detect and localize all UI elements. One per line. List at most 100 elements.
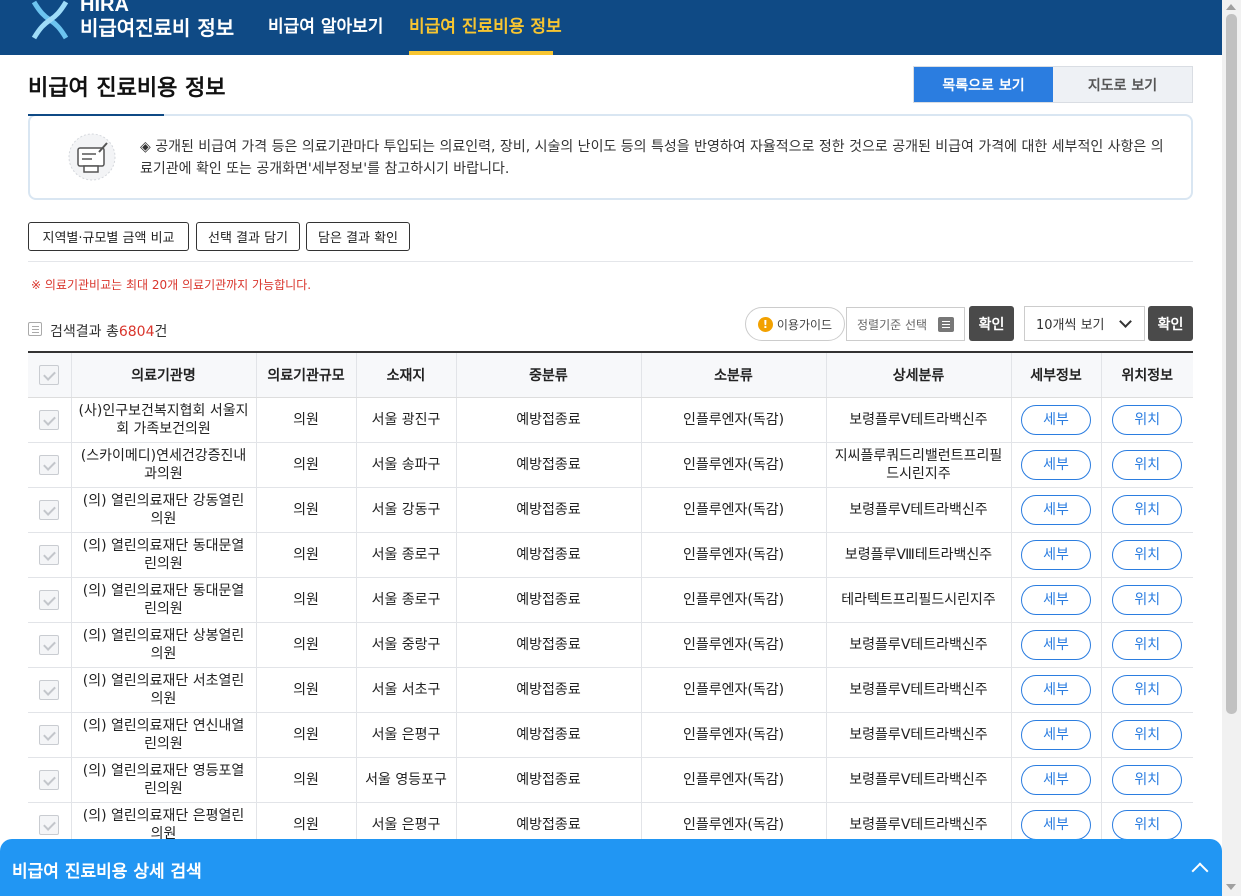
notice-text: ◈ 공개된 비급여 가격 등은 의료기관마다 투입되는 의료인력, 장비, 시술…: [140, 139, 1164, 177]
detail-button[interactable]: 세부: [1021, 404, 1091, 435]
location-cell: 서울 종로구: [355, 577, 456, 623]
detail-button[interactable]: 세부: [1021, 674, 1091, 705]
sort-placeholder: 정렬기준 선택: [857, 317, 928, 332]
header-location: 소재지: [355, 351, 456, 398]
header-detail-category: 상세분류: [825, 351, 1011, 398]
location-button[interactable]: 위치: [1112, 719, 1183, 750]
detail-category-cell: 보령플루Ⅴ테트라백신주: [825, 667, 1011, 713]
detail-button[interactable]: 세부: [1021, 539, 1091, 570]
detail-cell: 세부: [1010, 397, 1101, 443]
notice-accent-line: [28, 114, 164, 116]
top-navigation-bar: HIRA 비급여진료비 정보 비급여 알아보기 비급여 진료비용 정보: [0, 0, 1222, 55]
compare-by-region-button[interactable]: 지역별·규모별 금액 비교: [28, 222, 189, 251]
usage-guide-button[interactable]: ! 이용가이드: [745, 307, 845, 341]
detail-button[interactable]: 세부: [1021, 764, 1091, 795]
detail-cell: 세부: [1010, 577, 1101, 623]
location-button[interactable]: 위치: [1112, 494, 1183, 525]
location-btn-cell: 위치: [1100, 757, 1193, 803]
logo-text-ko[interactable]: 비급여진료비 정보: [80, 12, 234, 41]
header-institution-name: 의료기관명: [70, 351, 256, 398]
row-checkbox[interactable]: [39, 769, 60, 790]
mid-category-cell: 예방접종료: [455, 712, 641, 758]
row-checkbox[interactable]: [39, 634, 60, 655]
institution-name-cell: (의) 열린의료재단 서초열린의원: [70, 667, 256, 713]
location-btn-cell: 위치: [1100, 442, 1193, 488]
location-button[interactable]: 위치: [1112, 449, 1183, 480]
page-scrollbar[interactable]: [1222, 0, 1241, 896]
detail-category-cell: 보령플루Ⅴ테트라백신주: [825, 712, 1011, 758]
row-checkbox[interactable]: [39, 409, 60, 430]
page-size-confirm-button[interactable]: 확인: [1148, 306, 1193, 341]
row-checkbox[interactable]: [39, 454, 60, 475]
nav-non-covered-info[interactable]: 비급여 알아보기: [268, 12, 383, 37]
hira-logo-icon[interactable]: [30, 0, 70, 40]
result-prefix: 검색결과 총: [50, 324, 119, 340]
mid-category-cell: 예방접종료: [455, 622, 641, 668]
row-checkbox[interactable]: [39, 499, 60, 520]
institution-size-cell: 의원: [255, 712, 356, 758]
row-checkbox-cell: [28, 577, 71, 623]
location-button[interactable]: 위치: [1112, 629, 1183, 660]
location-button[interactable]: 위치: [1112, 404, 1183, 435]
table-row: (의) 열린의료재단 연신내열린의원 의원 서울 은평구 예방접종료 인플루엔자(독감)…: [28, 712, 1193, 758]
location-btn-cell: 위치: [1100, 487, 1193, 533]
scroll-thumb[interactable]: [1226, 14, 1237, 714]
sort-confirm-button[interactable]: 확인: [969, 306, 1014, 341]
table-row: (의) 열린의료재단 상봉열린의원 의원 서울 중랑구 예방접종료 인플루엔자(독감) 보…: [28, 622, 1193, 668]
page-size-value: 10개씩 보기: [1036, 318, 1105, 333]
map-view-button[interactable]: 지도로 보기: [1053, 67, 1192, 102]
result-suffix: 건: [154, 324, 168, 340]
sort-select[interactable]: 정렬기준 선택: [846, 307, 965, 341]
row-checkbox-cell: [28, 397, 71, 443]
save-selection-button[interactable]: 선택 결과 담기: [196, 222, 300, 251]
sub-category-cell: 인플루엔자(독감): [640, 487, 826, 533]
institution-name-cell: (의) 열린의료재단 영등포열린의원: [70, 757, 256, 803]
chevron-up-icon[interactable]: [1191, 862, 1209, 880]
row-checkbox[interactable]: [39, 679, 60, 700]
select-all-checkbox[interactable]: [39, 364, 60, 385]
institution-name-cell: (의) 열린의료재단 상봉열린의원: [70, 622, 256, 668]
detail-category-cell: 테라텍트프리필드시린지주: [825, 577, 1011, 623]
notice-box: ◈ 공개된 비급여 가격 등은 의료기관마다 투입되는 의료인력, 장비, 시술…: [28, 114, 1193, 200]
divider: [28, 261, 1193, 262]
sub-category-cell: 인플루엔자(독감): [640, 667, 826, 713]
result-number: 6804: [118, 324, 155, 340]
detail-button[interactable]: 세부: [1021, 809, 1091, 840]
sub-category-cell: 인플루엔자(독감): [640, 757, 826, 803]
location-button[interactable]: 위치: [1112, 674, 1183, 705]
table-row: (의) 열린의료재단 영등포열린의원 의원 서울 영등포구 예방접종료 인플루엔자(독감…: [28, 757, 1193, 803]
location-button[interactable]: 위치: [1112, 539, 1183, 570]
row-checkbox[interactable]: [39, 724, 60, 745]
location-cell: 서울 종로구: [355, 532, 456, 578]
location-button[interactable]: 위치: [1112, 764, 1183, 795]
institution-name-cell: (의) 열린의료재단 연신내열린의원: [70, 712, 256, 758]
list-view-button[interactable]: 목록으로 보기: [914, 67, 1053, 102]
detail-cell: 세부: [1010, 622, 1101, 668]
detail-category-cell: 보령플루Ⅴ테트라백신주: [825, 397, 1011, 443]
table-row: (의) 열린의료재단 동대문열린의원 의원 서울 종로구 예방접종료 인플루엔자(독감)…: [28, 577, 1193, 623]
location-btn-cell: 위치: [1100, 397, 1193, 443]
nav-non-covered-costs[interactable]: 비급여 진료비용 정보: [409, 12, 562, 37]
row-checkbox[interactable]: [39, 589, 60, 610]
mid-category-cell: 예방접종료: [455, 667, 641, 713]
detail-category-cell: 보령플루Ⅷ테트라백신주: [825, 532, 1011, 578]
institution-size-cell: 의원: [255, 397, 356, 443]
detail-button[interactable]: 세부: [1021, 494, 1091, 525]
row-checkbox-cell: [28, 532, 71, 578]
location-cell: 서울 중랑구: [355, 622, 456, 668]
row-checkbox-cell: [28, 667, 71, 713]
row-checkbox[interactable]: [39, 544, 60, 565]
detail-search-panel[interactable]: 비급여 진료비용 상세 검색: [0, 839, 1222, 896]
scroll-down-arrow-icon[interactable]: [1226, 884, 1236, 890]
detail-button[interactable]: 세부: [1021, 629, 1091, 660]
table-row: (의) 열린의료재단 강동열린의원 의원 서울 강동구 예방접종료 인플루엔자(독감) 보…: [28, 487, 1193, 533]
detail-button[interactable]: 세부: [1021, 719, 1091, 750]
detail-button[interactable]: 세부: [1021, 449, 1091, 480]
view-saved-button[interactable]: 담은 결과 확인: [306, 222, 410, 251]
location-button[interactable]: 위치: [1112, 809, 1183, 840]
detail-button[interactable]: 세부: [1021, 584, 1091, 615]
page-size-select[interactable]: 10개씩 보기: [1024, 306, 1145, 341]
location-button[interactable]: 위치: [1112, 584, 1183, 615]
scroll-up-arrow-icon[interactable]: [1226, 4, 1236, 10]
row-checkbox[interactable]: [39, 814, 60, 835]
